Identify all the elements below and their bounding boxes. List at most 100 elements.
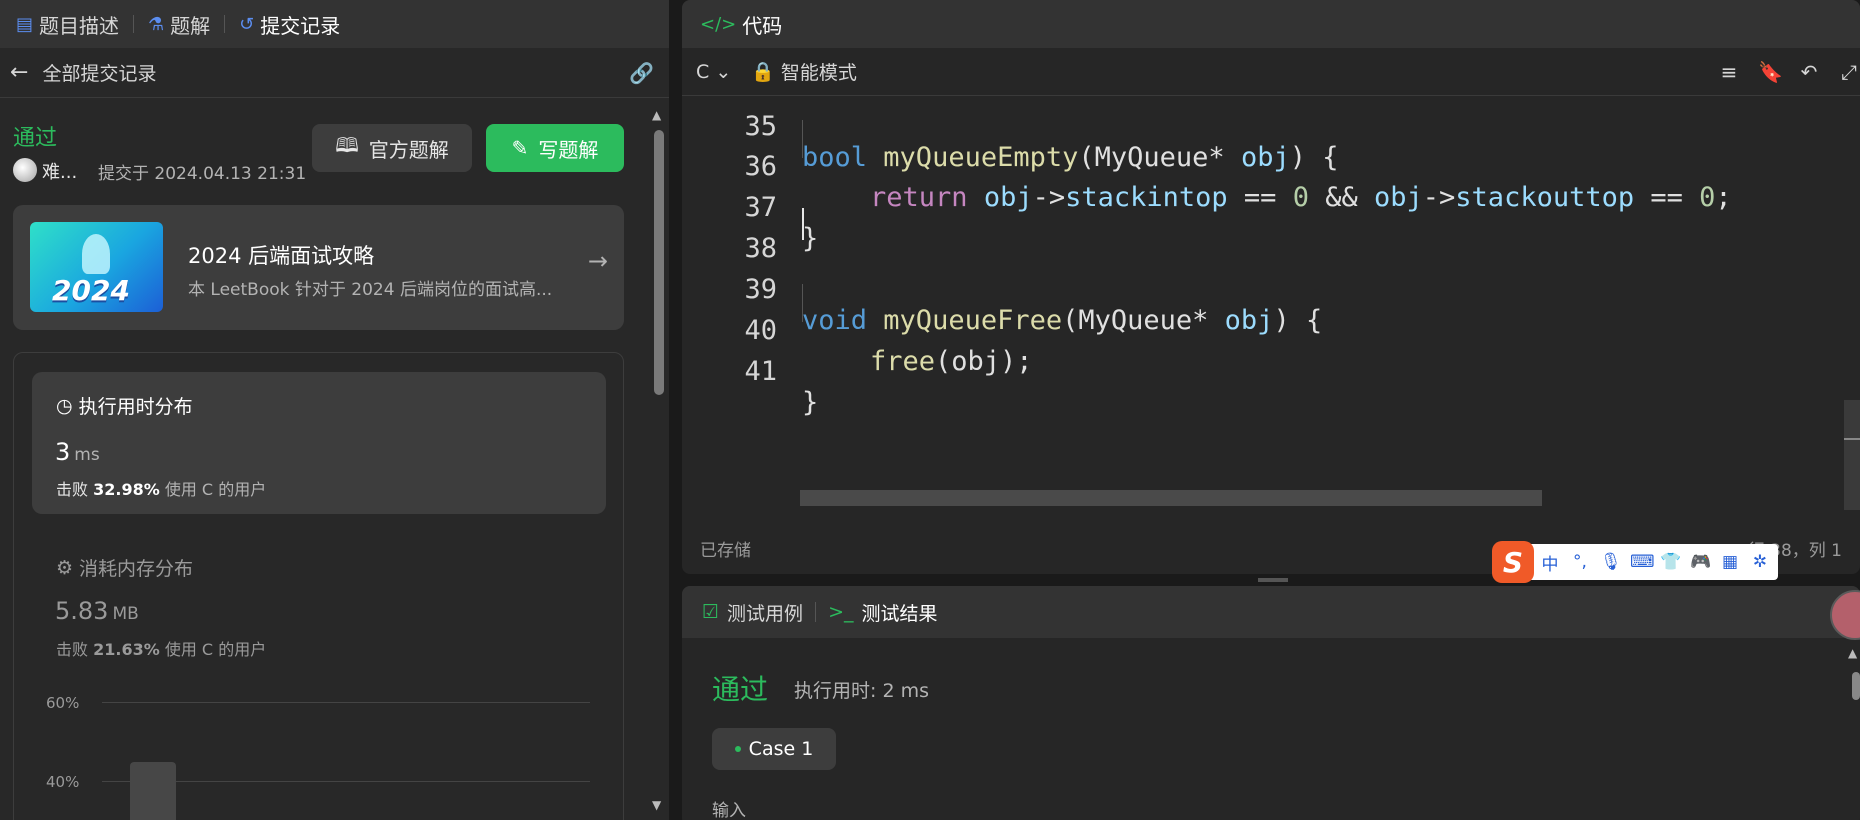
apps-grid-icon[interactable]: ▦ [1720, 552, 1740, 572]
ime-chinese-mode[interactable]: 中 [1540, 550, 1560, 575]
indent-guide [802, 284, 803, 322]
scroll-up-arrow-icon[interactable]: ▲ [652, 108, 661, 122]
saved-status: 已存储 [700, 541, 751, 561]
result-status: 通过 [712, 673, 769, 706]
language-select[interactable]: C ⌄ [696, 61, 731, 83]
smart-mode-toggle[interactable]: 🔒 智能模式 [751, 58, 857, 85]
code-editor[interactable]: 35 bool myQueueEmpty(MyQueue* obj) { 36 … [682, 96, 1860, 516]
leetbook-cover-image: 2024 [30, 222, 163, 312]
memory-title[interactable]: ⚙ 消耗内存分布 [56, 554, 193, 581]
test-tab-bar: ☑ 测试用例 >_ 测试结果 [682, 586, 1860, 638]
memory-number: 5.83 [55, 597, 109, 625]
scrollbar-thumb[interactable] [1852, 672, 1860, 700]
beat-prefix: 击败 [56, 480, 89, 499]
left-tab-bar: ▤ 题目描述 ⚗ 题解 ↺ 提交记录 [0, 0, 669, 48]
format-icon[interactable]: ≡ [1718, 60, 1740, 84]
tab-submissions[interactable]: ↺ 提交记录 [231, 0, 348, 48]
book-icon: 🕮 [335, 133, 359, 157]
distribution-bar[interactable] [130, 762, 176, 820]
username[interactable]: 难... [42, 158, 77, 184]
submission-status: 通过 [13, 126, 58, 151]
cover-year: 2024 [52, 274, 130, 307]
write-solution-button[interactable]: ✎ 写题解 [486, 124, 624, 172]
code-line: 39 void myQueueFree(MyQueue* obj) { [682, 243, 1860, 336]
settings-icon[interactable]: ✲ [1750, 552, 1770, 572]
memory-value: 5.83 MB [55, 597, 139, 625]
tab-description[interactable]: ▤ 题目描述 [8, 0, 127, 48]
reset-icon[interactable]: ↶ [1798, 60, 1820, 84]
keyboard-icon[interactable]: ⌨ [1630, 552, 1655, 572]
left-panel: ▤ 题目描述 ⚗ 题解 ↺ 提交记录 ← 全部提交记录 🔗 通过 难... 提交… [0, 0, 670, 820]
tab-divider [815, 602, 817, 622]
minimap-scroll-track[interactable] [1844, 400, 1860, 510]
code-icon: </> [700, 13, 737, 35]
runtime-number: 3 [55, 438, 71, 466]
beat-pct: 32.98% [93, 480, 160, 499]
scrollbar-thumb[interactable] [654, 130, 664, 395]
leetbook-title: 2024 后端面试攻略 [188, 244, 375, 268]
scroll-down-arrow-icon[interactable]: ▼ [652, 798, 661, 812]
avatar[interactable] [13, 158, 37, 182]
microphone-icon[interactable]: 🎙 [1600, 552, 1622, 572]
editor-tools: ≡ 🔖 ↶ ⤢ [1718, 60, 1860, 84]
tab-solutions[interactable]: ⚗ 题解 [140, 0, 218, 48]
tab-test-results[interactable]: >_ 测试结果 [828, 599, 937, 626]
beat-pct: 21.63% [93, 640, 160, 659]
runtime-title: ◷ 执行用时分布 [56, 392, 193, 419]
back-arrow-icon[interactable]: ← [10, 60, 28, 85]
scroll-up-arrow-icon[interactable]: ▲ [1848, 646, 1857, 660]
memory-beat: 击败 21.63% 使用 C 的用户 [56, 636, 266, 660]
code-line: 41 } [682, 325, 1860, 418]
code-line: 36 return obj->stackintop == 0 && obj->s… [682, 120, 1860, 213]
clock-icon: ◷ [56, 394, 73, 417]
ime-toolbar[interactable]: S 中 °, 🎙 ⌨ 👕 🎮 ▦ ✲ [1492, 541, 1778, 583]
gamepad-icon[interactable]: 🎮 [1690, 552, 1711, 572]
tab-divider [224, 15, 226, 33]
code-title: 代码 [742, 13, 783, 38]
skin-icon[interactable]: 👕 [1660, 552, 1681, 572]
submissions-subheader: ← 全部提交记录 🔗 [0, 48, 669, 98]
chevron-down-icon: ⌄ [715, 60, 732, 83]
lock-icon: 🔒 [751, 61, 775, 83]
minimap-marker [1844, 438, 1860, 440]
tab-divider [133, 15, 135, 33]
link-icon[interactable]: 🔗 [629, 61, 654, 85]
code-header: </> 代码 [682, 0, 1860, 48]
panel-resize-handle[interactable] [1258, 578, 1288, 582]
fullscreen-icon[interactable]: ⤢ [1838, 60, 1860, 84]
test-panel: ☑ 测试用例 >_ 测试结果 通过 执行用时: 2 ms Case 1 输入 ▲ [682, 586, 1860, 820]
beat-suffix: 使用 C 的用户 [164, 480, 267, 499]
tab-test-cases[interactable]: ☑ 测试用例 [702, 599, 803, 626]
horizontal-scrollbar[interactable] [800, 490, 1542, 506]
official-solution-button[interactable]: 🕮 官方题解 [312, 124, 472, 172]
all-submissions-link[interactable]: 全部提交记录 [42, 59, 156, 86]
flask-icon: ⚗ [148, 13, 165, 35]
tab-label: 提交记录 [260, 13, 341, 38]
runtime-card[interactable]: ◷ 执行用时分布 3 ms 击败 32.98% 使用 C 的用户 [32, 372, 606, 514]
tab-label: 题目描述 [39, 13, 120, 38]
leetbook-card[interactable]: 2024 2024 后端面试攻略 本 LeetBook 针对于 2024 后端岗… [13, 205, 624, 330]
memory-title-text: 消耗内存分布 [79, 558, 194, 580]
tab-label: 测试用例 [727, 602, 804, 625]
bookmark-icon[interactable]: 🔖 [1758, 60, 1783, 84]
runtime-unit: ms [74, 445, 100, 465]
code-line: 38 [682, 202, 1860, 264]
line-number: 41 [744, 356, 777, 387]
text-cursor [802, 208, 804, 240]
chip-icon: ⚙ [56, 556, 74, 579]
case-tab[interactable]: Case 1 [712, 728, 836, 770]
sogou-logo-icon[interactable]: S [1492, 541, 1534, 583]
case-label: Case 1 [748, 738, 814, 760]
runtime-title-text: 执行用时分布 [78, 396, 193, 418]
rocket-icon [82, 234, 110, 274]
code-line: 37 } [682, 161, 1860, 254]
ime-punctuation[interactable]: °, [1570, 552, 1590, 572]
pass-dot-icon [734, 746, 741, 752]
tab-label: 测试结果 [861, 602, 938, 625]
tab-label: 题解 [170, 13, 211, 38]
beat-prefix: 击败 [56, 640, 89, 659]
leetbook-desc: 本 LeetBook 针对于 2024 后端岗位的面试高... [188, 280, 553, 300]
arrow-right-icon: → [587, 247, 608, 275]
beat-suffix: 使用 C 的用户 [164, 640, 267, 659]
submitted-time: 提交于 2024.04.13 21:31 [98, 164, 307, 184]
